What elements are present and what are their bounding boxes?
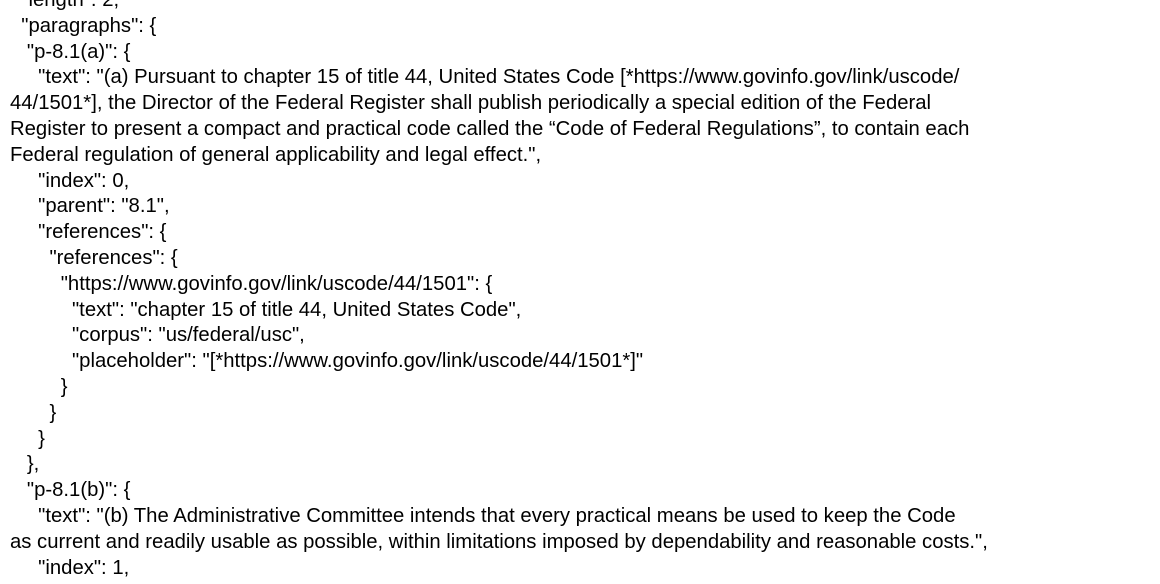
json-line: "references": {: [10, 246, 178, 269]
json-line: "text": "(b) The Administrative Committe…: [10, 504, 956, 527]
json-line: "placeholder": "[*https://www.govinfo.go…: [10, 350, 644, 373]
json-line: 44/1501*], the Director of the Federal R…: [10, 92, 932, 115]
json-line: Register to present a compact and practi…: [10, 117, 970, 140]
json-line: "text": "(a) Pursuant to chapter 15 of t…: [10, 66, 960, 89]
json-line: }: [10, 427, 45, 450]
json-text-viewer: "length": 2, "paragraphs": { "p-8.1(a)":…: [0, 0, 1160, 584]
json-line: "references": {: [10, 221, 167, 244]
json-line: "corpus": "us/federal/usc",: [10, 324, 305, 347]
json-document-body: "length": 2, "paragraphs": { "p-8.1(a)":…: [10, 0, 1155, 581]
json-line: "index": 1,: [10, 556, 130, 579]
json-line: "length": 2,: [10, 0, 120, 11]
json-line: "p-8.1(b)": {: [10, 479, 131, 502]
json-line: },: [10, 453, 40, 476]
json-line: "paragraphs": {: [10, 14, 157, 37]
json-line: }: [10, 375, 68, 398]
json-line: as current and readily usable as possibl…: [10, 530, 988, 553]
json-line: "p-8.1(a)": {: [10, 40, 131, 63]
json-line: "parent": "8.1",: [10, 195, 170, 218]
json-line: "index": 0,: [10, 169, 130, 192]
json-line: "https://www.govinfo.gov/link/uscode/44/…: [10, 272, 493, 295]
json-line: "text": "chapter 15 of title 44, United …: [10, 298, 522, 321]
json-line: }: [10, 401, 57, 424]
json-line: Federal regulation of general applicabil…: [10, 143, 542, 166]
